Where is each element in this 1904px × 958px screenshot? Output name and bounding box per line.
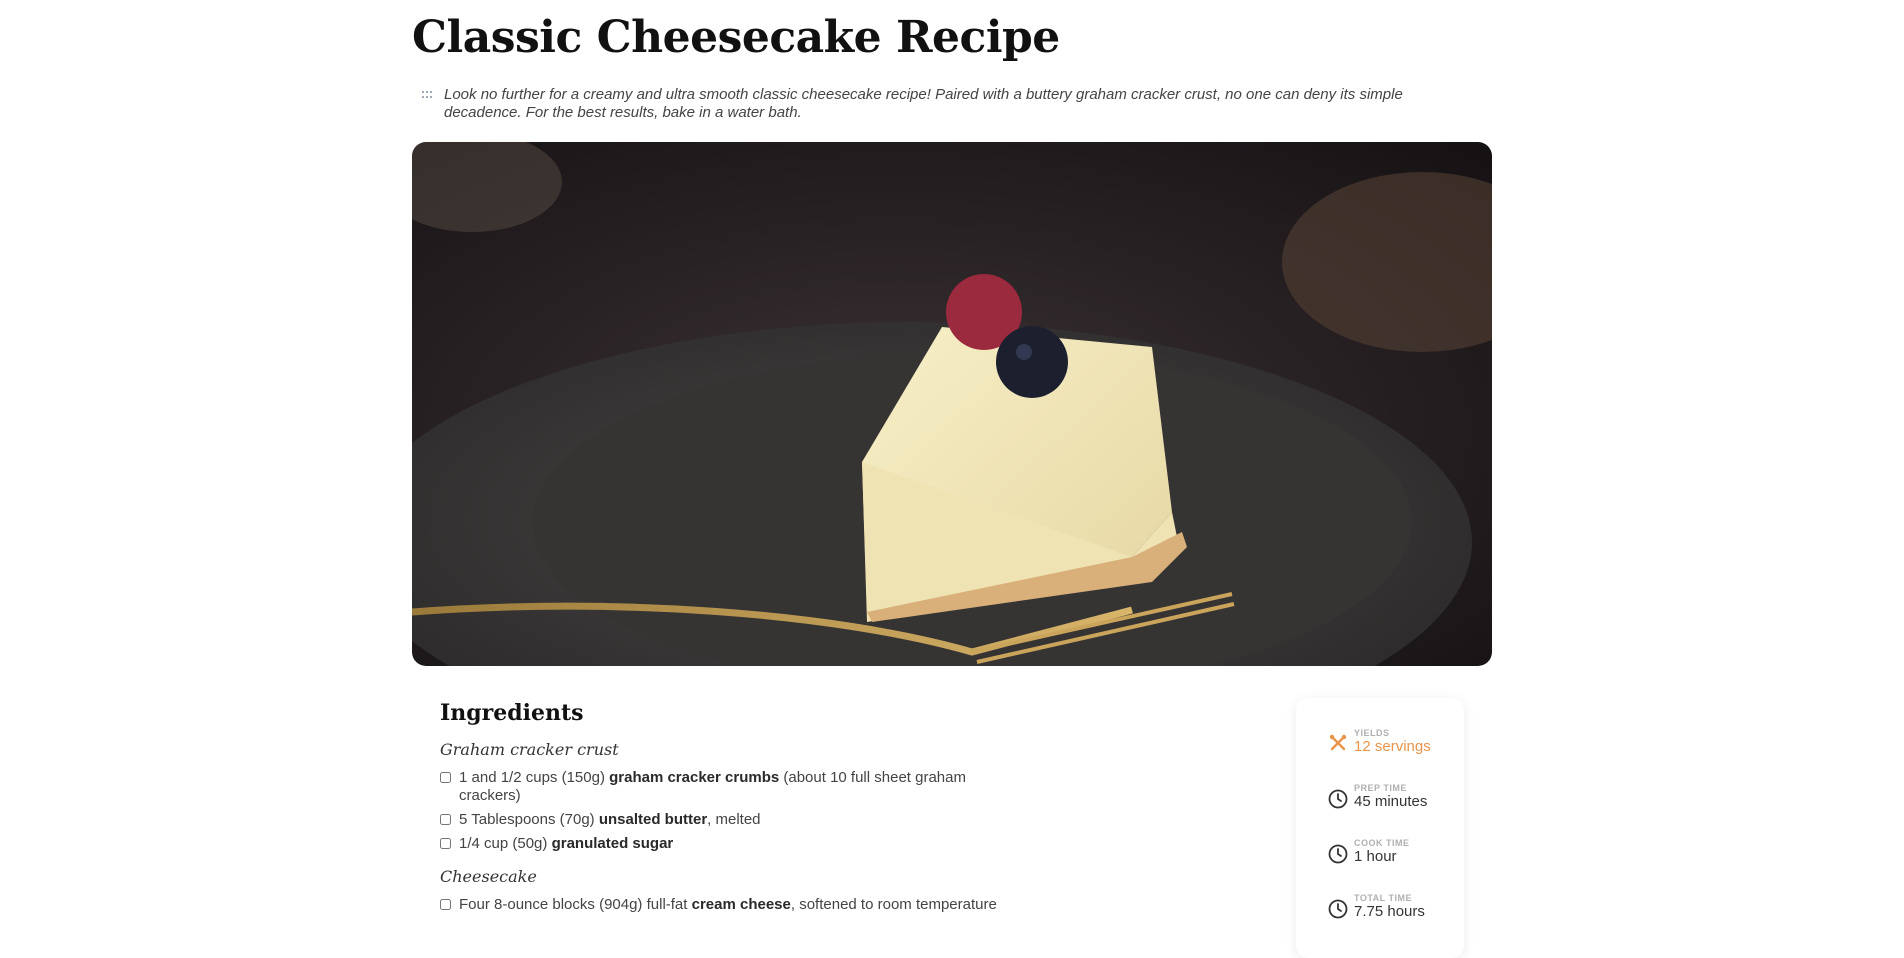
ingredient-amount: 1/4 cup (50g) [459,835,552,852]
ingredient-name: granulated sugar [551,835,674,852]
ingredient-amount: Four 8-ounce blocks (904g) full-fat [459,896,692,913]
stat-label: YIELDS [1354,728,1390,738]
ingredient-item: 1 and 1/2 cups (150g) graham cracker cru… [440,769,1019,805]
ingredient-item: 5 Tablespoons (70g) unsalted butter, mel… [440,811,1019,829]
ingredient-amount: 1 and 1/2 cups (150g) [459,769,610,786]
stat-value: 45 minutes [1354,793,1428,810]
intro-text: Look no further for a creamy and ultra s… [444,86,1403,121]
ingredient-checkbox[interactable] [440,899,451,910]
ingredient-checkbox[interactable] [440,772,451,783]
utensils-icon [1329,734,1347,751]
stat-label: TOTAL TIME [1354,893,1412,903]
group-title: Cheesecake [440,867,537,886]
ingredient-item: 1/4 cup (50g) granulated sugar [440,835,1019,853]
ingredient-note: , softened to room temperature [790,896,997,913]
ingredient-checkbox[interactable] [440,838,451,849]
ingredients-section: Ingredients Graham cracker crust 1 and 1… [440,700,1060,920]
ingredient-note: , melted [707,811,761,828]
intro-block: Look no further for a creamy and ultra s… [422,86,1482,122]
ingredients-heading: Ingredients [440,700,584,726]
ingredient-name: unsalted butter [598,811,708,828]
ingredient-item: Four 8-ounce blocks (904g) full-fat crea… [440,896,1079,914]
ingredient-name: cream cheese [691,896,791,913]
stat-value: 7.75 hours [1354,903,1425,920]
hero-image [412,142,1492,666]
ingredient-amount: 5 Tablespoons (70g) [459,811,599,828]
stat-label: PREP TIME [1354,783,1407,793]
recipe-details-card: YIELDS 12 servings PREP TIME 45 minutes … [1296,698,1464,958]
drag-handle-icon[interactable] [422,91,434,99]
ingredient-checkbox[interactable] [440,814,451,825]
stat-label: COOK TIME [1354,838,1410,848]
clock-icon [1328,844,1348,864]
group-title: Graham cracker crust [440,740,619,759]
stat-value: 1 hour [1354,848,1397,865]
ingredient-name: graham cracker crumbs [609,769,780,786]
clock-icon [1328,899,1348,919]
page-title: Classic Cheesecake Recipe [412,12,1060,63]
clock-icon [1328,789,1348,809]
stat-value: 12 servings [1354,738,1431,755]
